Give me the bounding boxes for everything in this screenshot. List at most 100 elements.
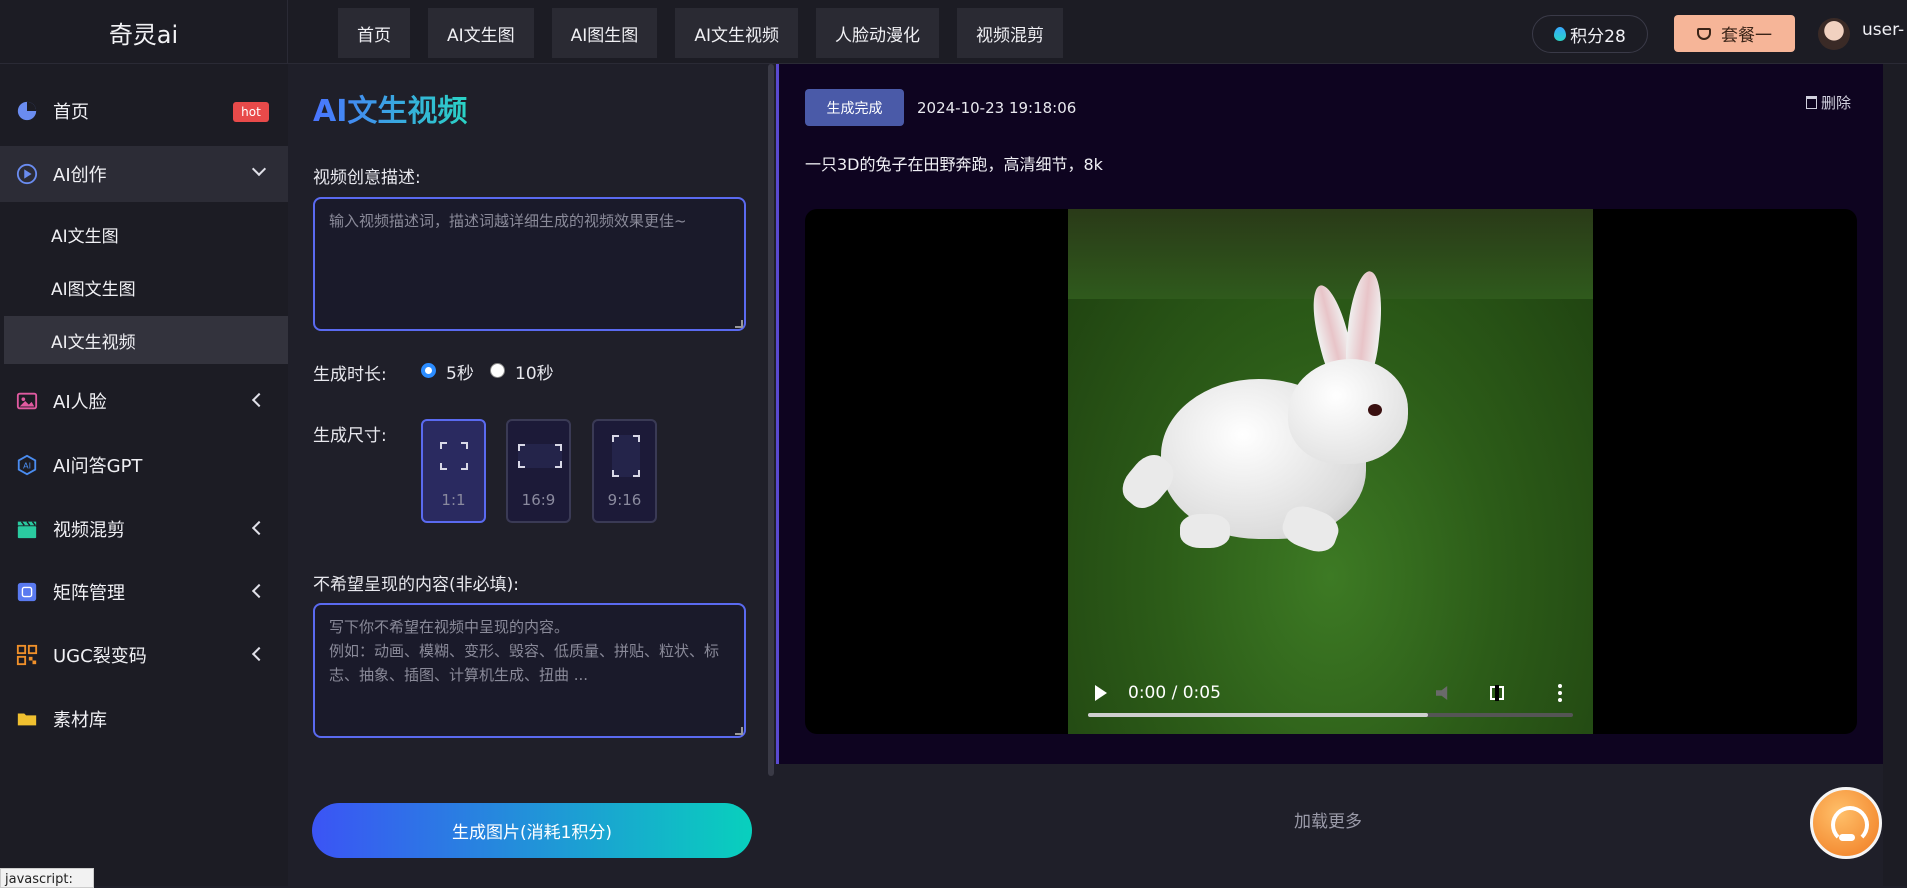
play-circle-icon (16, 163, 38, 185)
nav-tab-face-anime[interactable]: 人脸动漫化 (815, 8, 939, 58)
play-icon[interactable] (1095, 685, 1107, 701)
generate-button[interactable]: 生成图片(消耗1积分) (312, 803, 752, 858)
sidebar-item-label: 矩阵管理 (53, 583, 125, 604)
folder-icon (17, 713, 37, 726)
sidebar-subitem-ai-text-video[interactable]: AI文生视频 (4, 316, 288, 364)
video-frame (1068, 209, 1593, 734)
customer-support-icon[interactable] (1810, 787, 1882, 859)
sidebar-item-label: 首页 (53, 102, 89, 123)
negative-prompt-input[interactable]: 写下你不希望在视频中呈现的内容。 例如：动画、模糊、变形、毁容、低质量、拼贴、粒… (313, 603, 746, 738)
size-option-label: 1:1 (441, 491, 466, 509)
status-bar-url: javascript: (0, 868, 94, 888)
hot-badge: hot (233, 102, 269, 122)
qr-code-icon (16, 644, 38, 666)
plan-label: 套餐一 (1721, 26, 1772, 46)
trash-icon (1806, 96, 1817, 109)
size-option-9-16[interactable]: 9:16 (592, 419, 657, 523)
size-option-label: 16:9 (521, 491, 556, 509)
nav-tab-ai-text-video[interactable]: AI文生视频 (675, 8, 798, 58)
image-icon (16, 392, 38, 410)
panel-scrollbar[interactable] (768, 64, 774, 776)
portrait-frame-icon (612, 435, 640, 477)
resize-handle-icon[interactable] (735, 727, 743, 735)
sidebar-item-label: AI人脸 (53, 392, 107, 413)
sidebar-subitem-ai-text-image[interactable]: AI文生图 (4, 210, 288, 258)
video-time: 0:00 / 0:05 (1128, 683, 1221, 703)
nav-tabs: 首页 AI文生图 AI图生图 AI文生视频 人脸动漫化 视频混剪 (338, 8, 1063, 58)
sidebar-item-label: 视频混剪 (53, 520, 125, 541)
chevron-left-icon (251, 520, 267, 536)
sidebar-subitem-ai-image-text-image[interactable]: AI图文生图 (4, 263, 288, 311)
username[interactable]: user- (1862, 20, 1904, 40)
top-bar: 奇灵ai 首页 AI文生图 AI图生图 AI文生视频 人脸动漫化 视频混剪 积分… (0, 0, 1907, 64)
sidebar-item-ai-create[interactable]: AI创作 (0, 146, 288, 202)
chevron-left-icon (251, 646, 267, 662)
result-prompt: 一只3D的兔子在田野奔跑，高清细节，8k (805, 155, 1103, 174)
page-title: AI文生视频 (313, 86, 467, 130)
size-label: 生成尺寸: (313, 426, 387, 446)
video-progress-fill (1088, 713, 1428, 717)
duration-10s-label[interactable]: 10秒 (515, 359, 554, 384)
duration-5s-label[interactable]: 5秒 (446, 359, 474, 384)
plan-button[interactable]: 套餐一 (1674, 15, 1795, 52)
avatar[interactable] (1818, 18, 1850, 50)
sidebar-item-label: AI创作 (53, 165, 107, 186)
description-label: 视频创意描述: (313, 168, 421, 188)
grass-background (1068, 209, 1593, 299)
sidebar-item-ai-face[interactable]: AI人脸 (0, 373, 288, 429)
sidebar-item-matrix[interactable]: 矩阵管理 (0, 564, 288, 620)
more-options-icon[interactable] (1558, 684, 1562, 688)
matrix-icon (17, 582, 37, 602)
diamond-icon (1697, 27, 1711, 40)
sidebar-item-label: AI问答GPT (53, 456, 143, 477)
duration-label: 生成时长: (313, 365, 387, 385)
chevron-left-icon (251, 583, 267, 599)
logo[interactable]: 奇灵ai (0, 0, 288, 64)
ai-badge-icon: AI (17, 454, 37, 476)
status-badge: 生成完成 (805, 89, 904, 126)
chevron-down-icon (251, 161, 267, 177)
nav-tab-video-mix[interactable]: 视频混剪 (956, 8, 1063, 58)
sidebar-item-label: 素材库 (53, 710, 107, 731)
points-label: 积分28 (1570, 26, 1626, 47)
sidebar-item-home[interactable]: 首页 hot (0, 83, 288, 139)
delete-button[interactable]: 删除 (1806, 92, 1851, 113)
video-controls: 0:00 / 0:05 (1068, 669, 1593, 734)
points-badge[interactable]: 积分28 (1532, 15, 1648, 53)
points-drop-icon (1554, 27, 1567, 41)
size-option-16-9[interactable]: 16:9 (506, 419, 571, 523)
delete-label: 删除 (1821, 94, 1852, 112)
volume-icon[interactable] (1436, 686, 1448, 700)
page-scrollbar[interactable] (1883, 64, 1907, 886)
video-player[interactable]: 0:00 / 0:05 (805, 209, 1857, 734)
nav-tab-home[interactable]: 首页 (338, 8, 410, 58)
sidebar-item-ai-gpt[interactable]: AI AI问答GPT (0, 437, 288, 493)
result-timestamp: 2024-10-23 19:18:06 (917, 99, 1077, 117)
video-progress-bar[interactable] (1088, 713, 1573, 717)
description-input[interactable]: 输入视频描述词，描述词越详细生成的视频效果更佳~ (313, 197, 746, 331)
sidebar-item-video-mix[interactable]: 视频混剪 (0, 501, 288, 557)
nav-tab-ai-text-image[interactable]: AI文生图 (428, 8, 534, 58)
sidebar-item-label: UGC裂变码 (53, 646, 147, 667)
size-option-label: 9:16 (607, 491, 642, 509)
sidebar-item-ugc[interactable]: UGC裂变码 (0, 627, 288, 683)
rabbit-head (1288, 359, 1408, 464)
negative-prompt-label: 不希望呈现的内容(非必填): (313, 575, 519, 595)
duration-5s-radio[interactable] (421, 363, 436, 378)
square-frame-icon (440, 442, 468, 470)
svg-text:AI: AI (23, 461, 31, 471)
sidebar-item-library[interactable]: 素材库 (0, 691, 288, 747)
duration-10s-radio[interactable] (490, 363, 505, 378)
chevron-left-icon (251, 392, 267, 408)
rabbit-eye (1368, 404, 1382, 416)
rabbit-leg (1180, 514, 1230, 548)
nav-tab-ai-image-image[interactable]: AI图生图 (551, 8, 658, 58)
resize-handle-icon[interactable] (735, 320, 743, 328)
load-more-button[interactable]: 加载更多 (1294, 807, 1362, 832)
sidebar: 首页 hot AI创作 AI文生图 AI图文生图 AI文生视频 AI人脸 AI … (0, 64, 288, 886)
fullscreen-icon[interactable] (1490, 685, 1504, 701)
size-option-1-1[interactable]: 1:1 (421, 419, 486, 523)
landscape-frame-icon (518, 444, 562, 468)
clapper-icon (17, 521, 37, 539)
pie-chart-icon (17, 101, 37, 121)
